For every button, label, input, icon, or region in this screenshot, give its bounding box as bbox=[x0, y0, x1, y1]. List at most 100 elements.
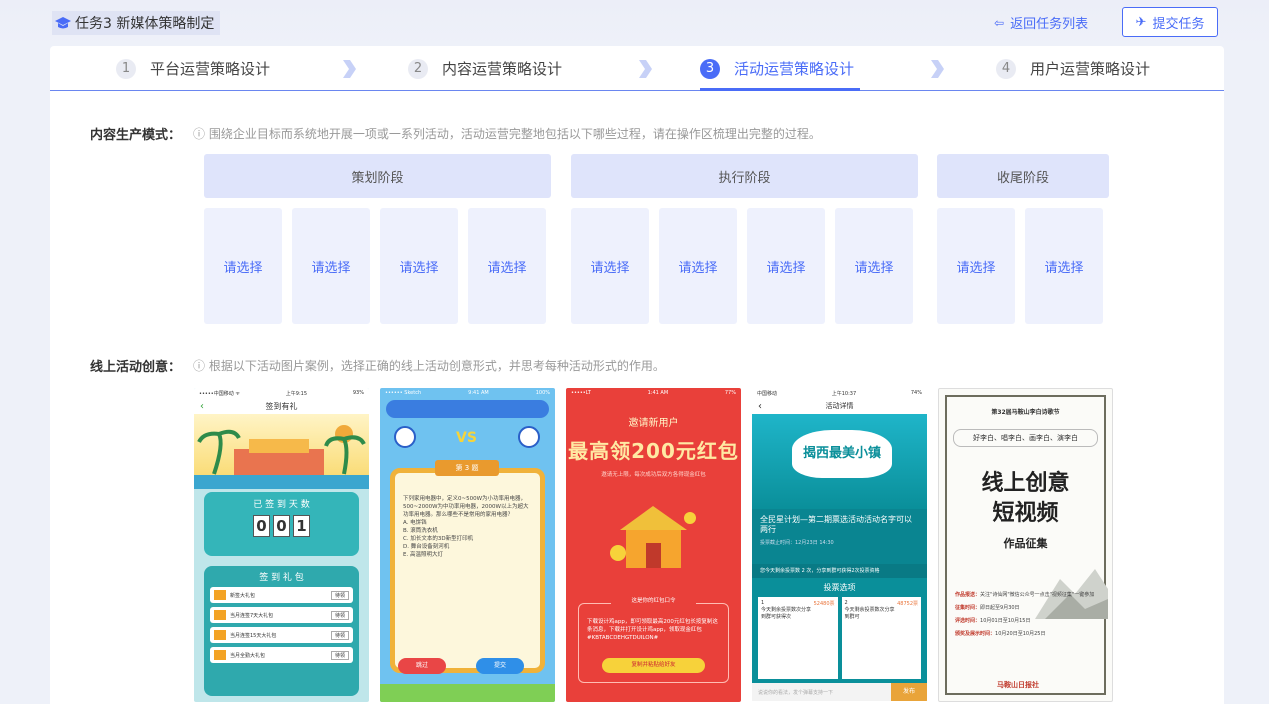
case-image-checkin[interactable]: •••••中国移动 ᯤ 上午9:15 93% ‹ 签到有礼 已 签 到 天 数 … bbox=[194, 388, 369, 702]
red-packet-amount: 最高领200元红包 bbox=[568, 439, 739, 463]
gift-tag-icon bbox=[214, 650, 226, 660]
back-chevron-icon: ‹ bbox=[758, 400, 762, 412]
status-time: 1:41 AM bbox=[647, 390, 669, 396]
rule-key: 评选时间： bbox=[955, 618, 981, 624]
vote-count-strip: 您今天剩余投票数 2 次，分享到群可获得2次投票资格 bbox=[752, 564, 927, 578]
closing-select-slot[interactable]: 请选择 bbox=[937, 208, 1015, 324]
step-user-strategy[interactable]: 4 用户运营策略设计 bbox=[996, 46, 1150, 91]
option: E. 高温照明大灯 bbox=[403, 552, 443, 558]
status-carrier: •••••• Sketch bbox=[385, 390, 422, 396]
checkin-days-box: 已 签 到 天 数 0 0 1 bbox=[204, 492, 359, 556]
gift-tag-icon bbox=[214, 590, 226, 600]
gift-row-label: 当月连签7天大礼包 bbox=[230, 612, 274, 619]
info-title: 全民星计划—第二期票选活动活动名字可以两行 bbox=[760, 515, 912, 534]
poster-subheadline: 作品征集 bbox=[1003, 537, 1048, 550]
gift-row: 当月全勤大礼包 待领 bbox=[210, 647, 353, 663]
info-box: 全民星计划—第二期票选活动活动名字可以两行 投票截止时间：12月23日 14:3… bbox=[752, 509, 927, 564]
planning-select-slot[interactable]: 请选择 bbox=[380, 208, 458, 324]
invite-subtitle: 邀请无上限，每次成功后双方各得现金红包 bbox=[601, 472, 706, 478]
poster-event-name: 第32届马鞍山李白诗歌节 bbox=[991, 409, 1060, 416]
gift-tag-icon bbox=[214, 610, 226, 620]
status-bar: •••••LT 1:41 AM 77% bbox=[566, 388, 741, 398]
submit-label: 提交任务 bbox=[1152, 16, 1205, 32]
question-text: 下列家用电器中，定义0~500W为小功率用电器，500~2000W为中功率用电器… bbox=[403, 496, 529, 518]
step-label: 内容运营策略设计 bbox=[442, 60, 563, 78]
vote-text: 今天剩余投票数次分享到群可获得次 bbox=[761, 607, 812, 620]
step-number: 3 bbox=[700, 58, 720, 79]
closing-select-slot[interactable]: 请选择 bbox=[1025, 208, 1103, 324]
poster-rules: 作品报送：关注"诗仙网"微信公众号一点击"视频征集"一键参加 征集时间：即日起至… bbox=[955, 589, 1096, 641]
poster-tagline: 好李白、唱李白、画李白、演李白 bbox=[953, 429, 1098, 447]
vote-count: 48752票 bbox=[897, 601, 918, 607]
status-bar: 中国移动 上午10:37 74% bbox=[752, 388, 927, 398]
execution-select-slot[interactable]: 请选择 bbox=[747, 208, 825, 324]
option: B. 滚筒洗衣机 bbox=[403, 528, 438, 534]
poster-seal: 马鞍山日报社 bbox=[997, 681, 1039, 689]
back-link-label: 返回任务列表 bbox=[1010, 17, 1089, 32]
rule-key: 颁奖及展示时间： bbox=[955, 631, 996, 637]
case-image-short-video[interactable]: 第32届马鞍山李白诗歌节 好李白、唱李白、画李白、演李白 线上创意 短视频 作品… bbox=[938, 388, 1113, 702]
option: C. 加长文本的3D新型打印机 bbox=[403, 536, 474, 542]
progress-bar bbox=[386, 400, 549, 418]
code-title: 这是你的红包口令 bbox=[611, 596, 696, 604]
nav-bar: ‹ 签到有礼 bbox=[194, 398, 369, 414]
planning-select-slot[interactable]: 请选择 bbox=[468, 208, 546, 324]
gift-house-icon bbox=[610, 506, 696, 568]
step-label: 平台运营策略设计 bbox=[150, 60, 271, 78]
gift-row-label: 当月连签15天大礼包 bbox=[230, 632, 277, 639]
gift-tag-icon bbox=[214, 630, 226, 640]
status-battery: 77% bbox=[724, 390, 736, 396]
step-content-strategy[interactable]: 2 内容运营策略设计 bbox=[408, 46, 562, 91]
submit-task-button[interactable]: ✈ 提交任务 bbox=[1122, 7, 1218, 37]
step-number: 2 bbox=[408, 58, 428, 79]
digit: 0 bbox=[273, 515, 290, 537]
poster-headline-1: 线上创意 bbox=[981, 470, 1070, 496]
rule-key: 作品报送： bbox=[955, 592, 981, 598]
step-activity-strategy[interactable]: 3 活动运营策略设计 bbox=[700, 46, 861, 91]
banner: 揭西最美小镇 bbox=[752, 414, 927, 509]
rule-row: 征集时间：即日起至9月30日 bbox=[955, 602, 1096, 615]
step-platform-strategy[interactable]: 1 平台运营策略设计 bbox=[116, 46, 270, 91]
phase-planning: 策划阶段 bbox=[204, 154, 551, 198]
rule-value: 即日起至9月30日 bbox=[980, 605, 1020, 611]
code-text: 下载设计鸡app，即可领取最高200元红包长按复制这条消息，下载并打开设计鸡ap… bbox=[587, 619, 718, 641]
vote-cell: 1 52480票 今天剩余投票数次分享到群可获得次 bbox=[758, 597, 838, 679]
execution-select-slot[interactable]: 请选择 bbox=[571, 208, 649, 324]
chevron-right-icon bbox=[639, 60, 652, 78]
rule-value: 关注"诗仙网"微信公众号一点击"视频征集"一键参加 bbox=[980, 592, 1095, 598]
case-image-voting[interactable]: 中国移动 上午10:37 74% ‹ 活动详情 揭西最美小镇 全民星计划—第二期… bbox=[752, 388, 927, 702]
gift-row-label: 当月全勤大礼包 bbox=[230, 652, 266, 659]
vote-text: 今天剩余投票数次分享到群可 bbox=[844, 607, 895, 620]
back-to-task-list-link[interactable]: ⇦ 返回任务列表 bbox=[994, 13, 1089, 33]
vote-cell: 2 48752票 今天剩余投票数次分享到群可 bbox=[841, 597, 921, 679]
status-time: 9:41 AM bbox=[468, 390, 489, 396]
wave-decoration bbox=[194, 475, 369, 489]
execution-select-slot[interactable]: 请选择 bbox=[835, 208, 913, 324]
step-number: 1 bbox=[116, 58, 136, 79]
copy-button: 复制并粘贴给好友 bbox=[602, 658, 705, 673]
planning-select-slot[interactable]: 请选择 bbox=[292, 208, 370, 324]
rule-row: 颁奖及展示时间：10月20日至10月25日 bbox=[955, 628, 1096, 641]
rule-key: 征集时间： bbox=[955, 605, 981, 611]
planning-select-slot[interactable]: 请选择 bbox=[204, 208, 282, 324]
grass-decoration bbox=[380, 684, 555, 702]
online-ideas-hint: ⓘ 根据以下活动图片案例，选择正确的线上活动创意形式，并思考每种活动形式的作用。 bbox=[193, 359, 665, 373]
status-time: 上午10:37 bbox=[831, 391, 857, 397]
claim-button: 待领 bbox=[330, 650, 349, 660]
vote-title: 投票选项 bbox=[823, 583, 856, 592]
nav-title: 签到有礼 bbox=[265, 401, 298, 411]
vs-text: VS bbox=[456, 430, 477, 446]
step-number: 4 bbox=[996, 58, 1016, 79]
status-battery: 74% bbox=[910, 390, 922, 396]
case-image-red-packet[interactable]: •••••LT 1:41 AM 77% 邀请新用户 最高领200元红包 邀请无上… bbox=[566, 388, 741, 702]
publish-button: 发布 bbox=[891, 683, 927, 701]
execution-select-slot[interactable]: 请选择 bbox=[659, 208, 737, 324]
back-arrow-icon: ⇦ bbox=[994, 15, 1005, 30]
gift-pack-box: 签 到 礼 包 新签大礼包 待领 当月连签7天大礼包 待领 当月连签15天大礼包 待领… bbox=[204, 566, 359, 696]
case-image-quiz[interactable]: •••••• Sketch 9:41 AM 100% VS 下列家用电器中，定义… bbox=[380, 388, 555, 702]
gift-row: 新签大礼包 待领 bbox=[210, 587, 353, 603]
content-mode-hint: ⓘ 围绕企业目标而系统地开展一项或一系列活动，活动运营完整地包括以下哪些过程，请… bbox=[193, 127, 821, 141]
option: A. 电饼铛 bbox=[403, 520, 427, 526]
status-time: 上午9:15 bbox=[285, 391, 307, 397]
avatar bbox=[394, 426, 416, 448]
